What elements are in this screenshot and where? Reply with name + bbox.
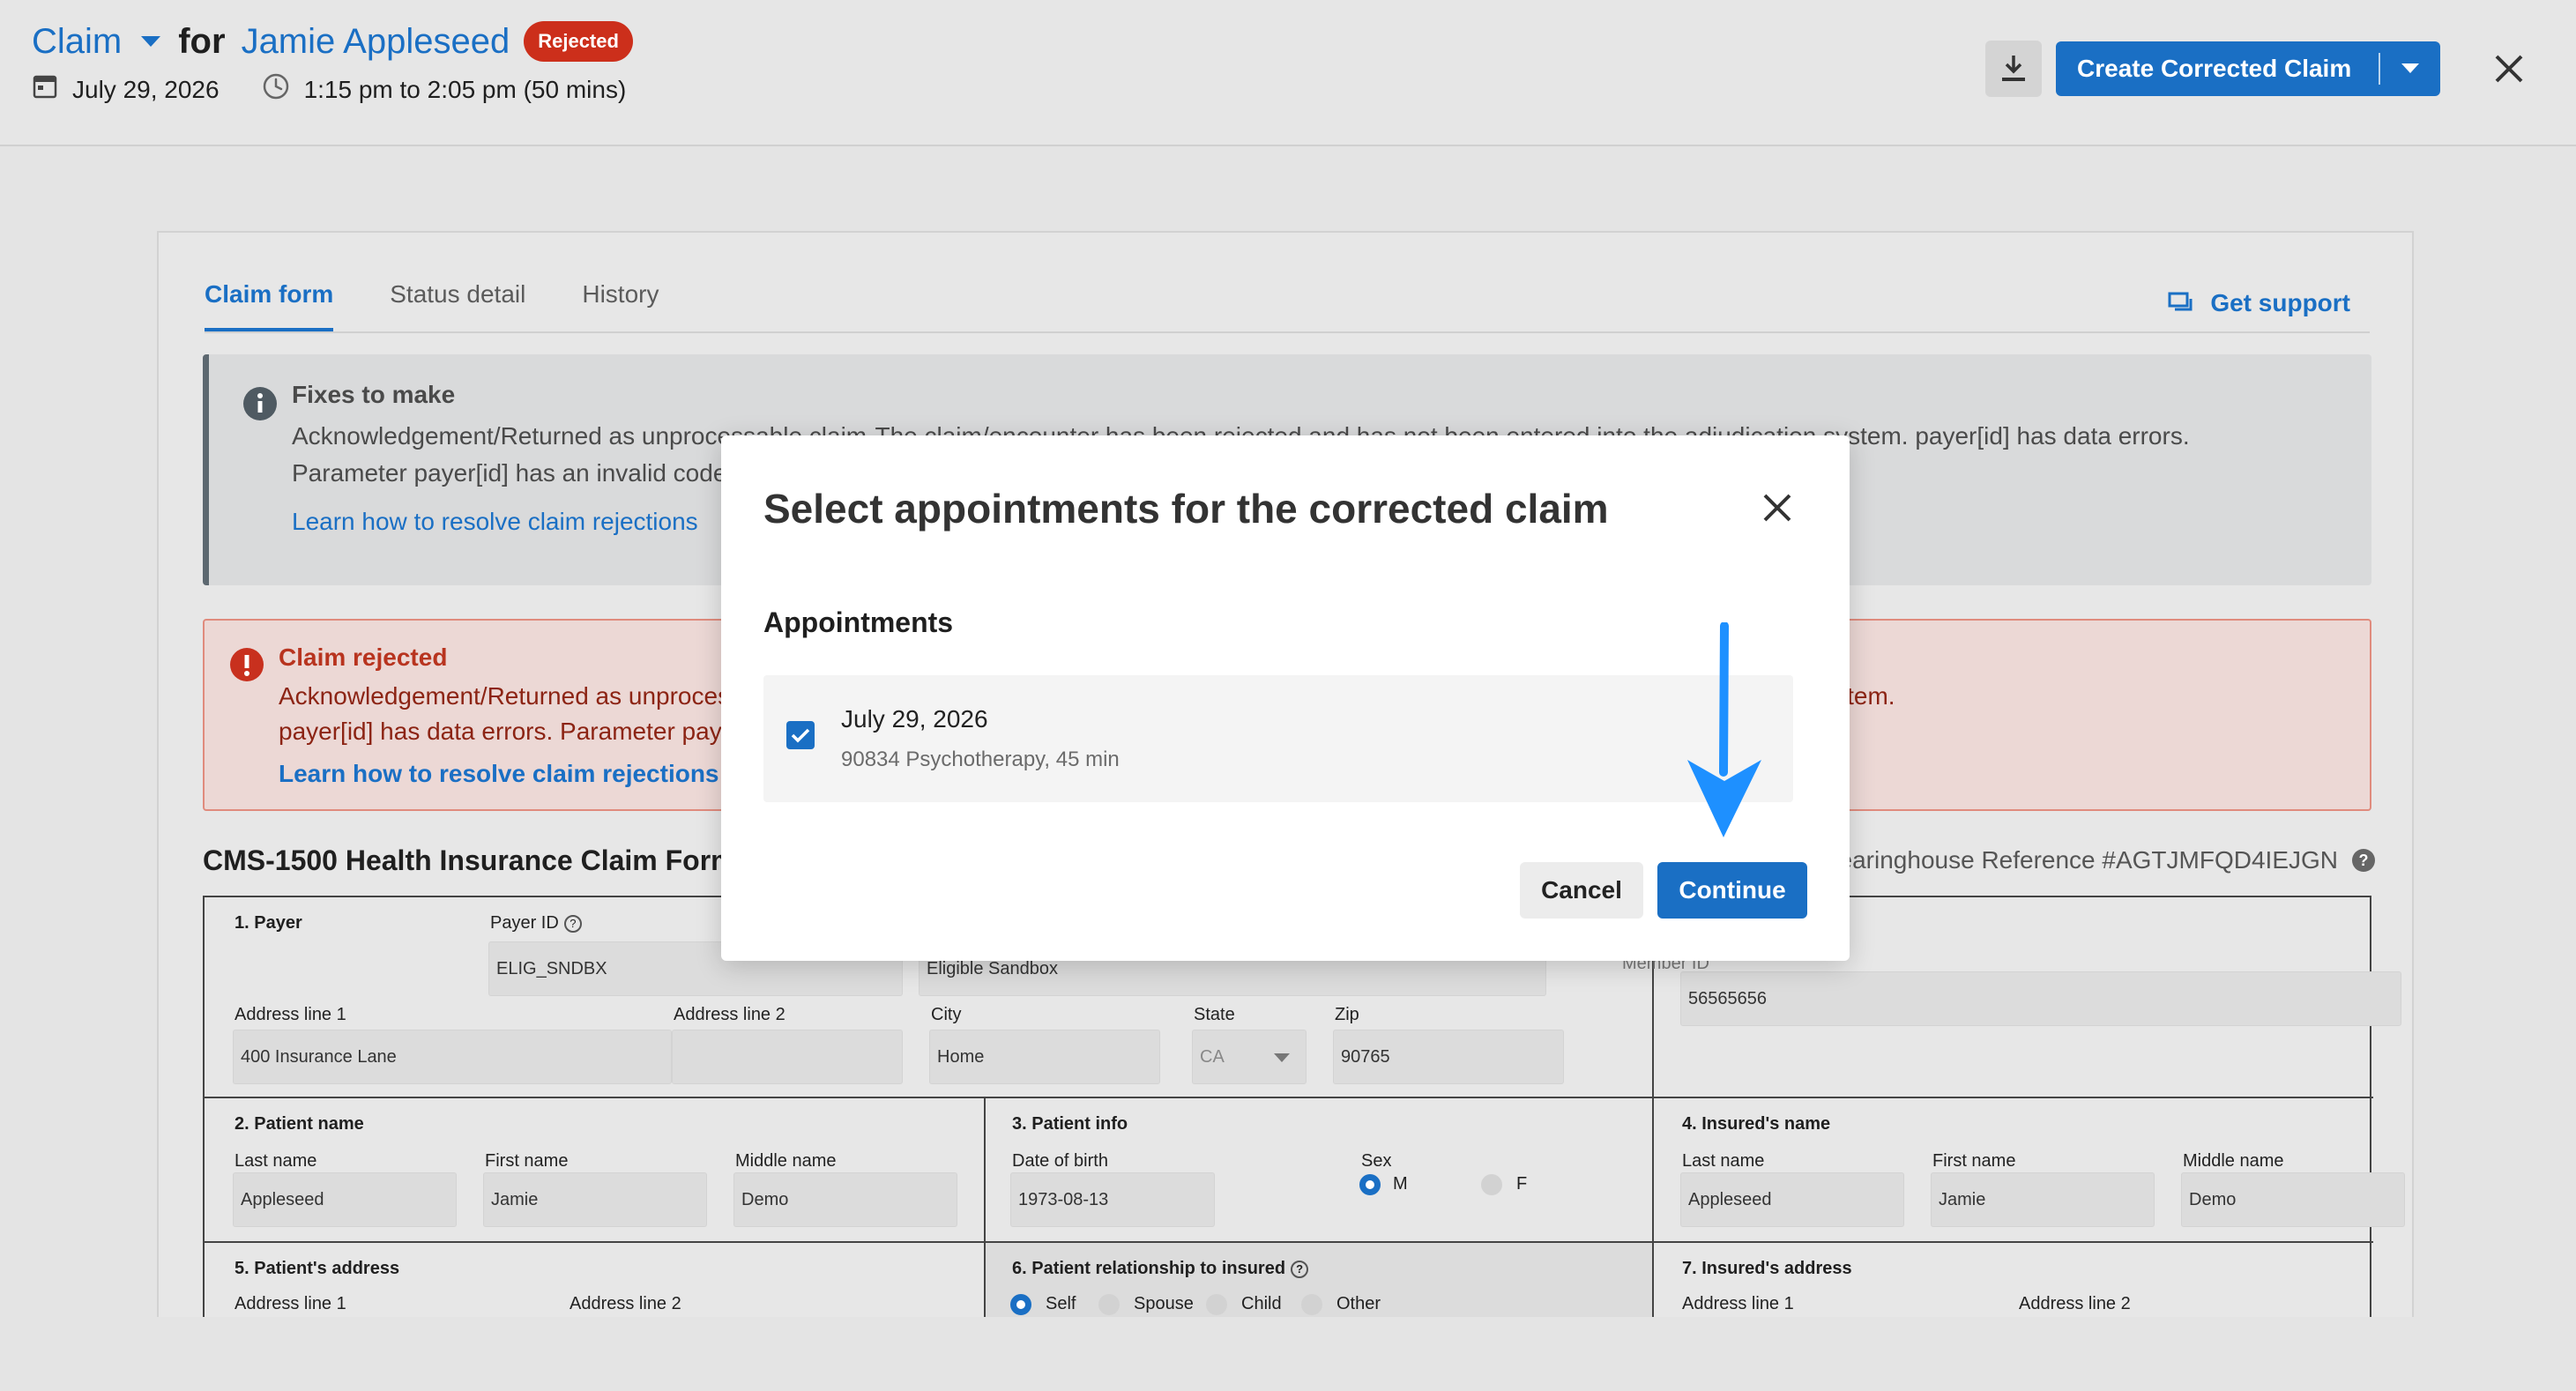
page-title: Claim for Jamie Appleseed Rejected <box>32 21 633 62</box>
help-icon[interactable]: ? <box>563 914 582 933</box>
get-support-link[interactable]: Get support <box>2168 289 2350 317</box>
claim-dropdown[interactable]: Claim <box>32 22 122 62</box>
payer-zip-field[interactable]: 90765 <box>1333 1030 1564 1084</box>
tab-claim-form[interactable]: Claim form <box>205 280 334 331</box>
chevron-down-icon <box>1274 1053 1290 1062</box>
city-label: City <box>931 1005 962 1024</box>
relationship-child-radio[interactable] <box>1206 1294 1227 1315</box>
patient-name-link[interactable]: Jamie Appleseed <box>242 22 510 62</box>
address2-label: Address line 2 <box>674 1005 785 1024</box>
create-corrected-claim-label: Create Corrected Claim <box>2077 55 2352 82</box>
address1-label: Address line 1 <box>235 1005 346 1024</box>
section-patient-name: 2. Patient name <box>235 1114 364 1134</box>
close-icon[interactable] <box>2491 51 2527 86</box>
appointment-date-label: July 29, 2026 <box>841 705 988 733</box>
clearinghouse-reference: Clearinghouse Reference #AGTJMFQD4IEJGN … <box>1815 846 2377 874</box>
chat-icon <box>2168 292 2193 311</box>
download-icon <box>2002 56 2025 81</box>
claim-header: Claim for Jamie Appleseed Rejected July … <box>0 0 2576 146</box>
help-icon[interactable]: ? <box>1291 1260 1309 1278</box>
tab-history[interactable]: History <box>582 280 659 331</box>
relationship-spouse-radio[interactable] <box>1098 1294 1120 1315</box>
tab-bar: Claim form Status detail History <box>205 280 715 331</box>
clock-icon <box>262 72 290 107</box>
appointment-checkbox[interactable] <box>786 721 815 749</box>
section-insured-address: 7. Insured's address <box>1682 1259 1852 1278</box>
payer-address1-field[interactable]: 400 Insurance Lane <box>233 1030 672 1084</box>
payer-id-label: Payer ID? <box>490 913 582 934</box>
sex-m-radio[interactable] <box>1359 1174 1381 1195</box>
fixes-title: Fixes to make <box>292 381 456 408</box>
status-badge: Rejected <box>524 21 633 62</box>
insured-middle-name-field[interactable]: Demo <box>2181 1172 2405 1227</box>
chevron-down-icon[interactable] <box>141 36 161 47</box>
appointment-item[interactable]: July 29, 2026 90834 Psychotherapy, 45 mi… <box>763 675 1793 802</box>
cms-form-title: CMS-1500 Health Insurance Claim Form <box>203 844 736 876</box>
section-payer: 1. Payer <box>235 913 302 933</box>
appointment-description: 90834 Psychotherapy, 45 min <box>841 748 1120 771</box>
info-icon <box>242 386 278 426</box>
help-icon[interactable]: ? <box>2350 847 2377 874</box>
appointment-date: July 29, 2026 <box>72 75 220 103</box>
svg-text:?: ? <box>2359 852 2369 869</box>
patient-middle-name-field[interactable]: Demo <box>733 1172 957 1227</box>
relationship-other-radio[interactable] <box>1301 1294 1322 1315</box>
fixes-help-link[interactable]: Learn how to resolve claim rejections <box>292 508 698 536</box>
tab-status-detail[interactable]: Status detail <box>390 280 525 331</box>
relationship-self-radio[interactable] <box>1010 1294 1031 1315</box>
appointments-header: Appointments <box>763 606 954 638</box>
rejected-title: Claim rejected <box>279 643 448 671</box>
sex-f-radio[interactable] <box>1481 1174 1502 1195</box>
insured-first-name-field[interactable]: Jamie <box>1931 1172 2155 1227</box>
member-id-field[interactable]: 56565656 <box>1680 971 2401 1026</box>
section-insured-name: 4. Insured's name <box>1682 1114 1831 1134</box>
state-label: State <box>1194 1005 1235 1024</box>
patient-last-name-field[interactable]: Appleseed <box>233 1172 457 1227</box>
checkmark-icon <box>791 728 810 743</box>
cancel-button[interactable]: Cancel <box>1520 862 1643 919</box>
payer-city-field[interactable]: Home <box>929 1030 1160 1084</box>
insured-last-name-field[interactable]: Appleseed <box>1680 1172 1904 1227</box>
payer-address2-field[interactable] <box>672 1030 903 1084</box>
date-of-birth-field[interactable]: 1973-08-13 <box>1010 1172 1215 1227</box>
rejected-help-link[interactable]: Learn how to resolve claim rejections <box>279 760 719 788</box>
appointment-meta: July 29, 2026 1:15 pm to 2:05 pm (50 min… <box>32 72 626 107</box>
title-for-text: for <box>178 21 226 61</box>
section-relationship: 6. Patient relationship to insured? <box>1012 1259 1309 1279</box>
create-corrected-claim-button[interactable]: Create Corrected Claim <box>2056 41 2440 96</box>
download-button[interactable] <box>1985 41 2042 97</box>
calendar-icon <box>32 73 58 106</box>
pointer-arrow-icon <box>1675 621 1772 847</box>
error-icon <box>229 647 264 687</box>
zip-label: Zip <box>1335 1005 1359 1024</box>
section-patient-info: 3. Patient info <box>1012 1114 1128 1134</box>
patient-first-name-field[interactable]: Jamie <box>483 1172 707 1227</box>
dialog-title: Select appointments for the corrected cl… <box>763 486 1609 532</box>
payer-state-select[interactable]: CA <box>1192 1030 1307 1084</box>
continue-button[interactable]: Continue <box>1657 862 1807 919</box>
section-patient-address: 5. Patient's address <box>235 1259 400 1278</box>
appointment-time: 1:15 pm to 2:05 pm (50 mins) <box>303 75 627 103</box>
chevron-down-icon[interactable] <box>2380 63 2440 75</box>
get-support-label: Get support <box>2210 289 2350 316</box>
close-icon[interactable] <box>1760 490 1795 525</box>
